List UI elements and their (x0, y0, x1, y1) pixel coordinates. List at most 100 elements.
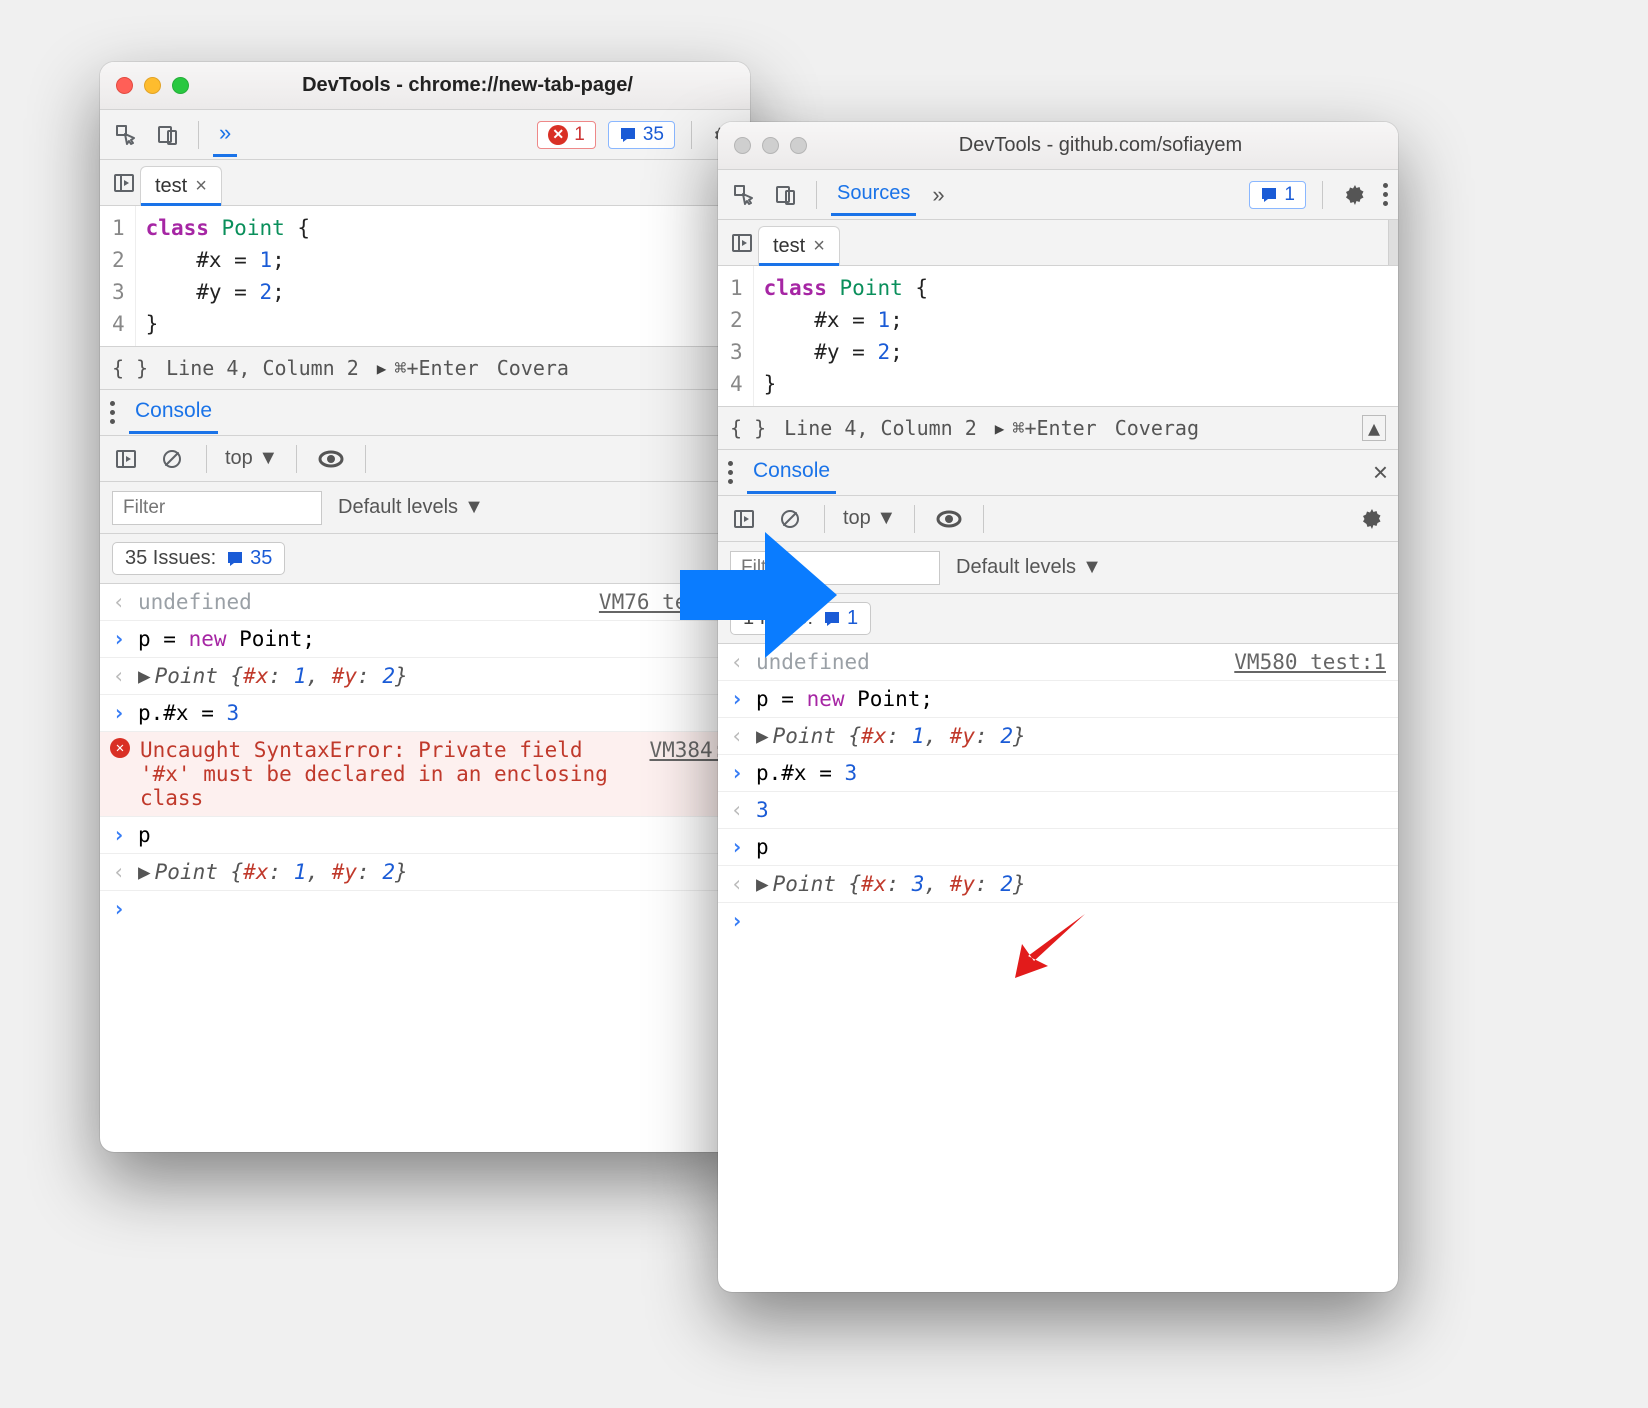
log-levels-dropdown[interactable]: Default levels ▼ (338, 496, 484, 519)
device-toolbar-icon[interactable] (770, 179, 802, 211)
output-marker-icon: ‹ (728, 798, 746, 822)
code-text[interactable]: class Point { #x = 1; #y = 2; } (754, 266, 1398, 406)
pretty-print-icon[interactable]: { } (730, 416, 766, 440)
collapse-drawer-icon[interactable]: ▲ (1362, 415, 1386, 441)
window-controls (116, 77, 189, 94)
titlebar[interactable]: DevTools - chrome://new-tab-page/ (100, 62, 750, 110)
issues-n: 1 (847, 607, 858, 630)
console-settings-gear-icon[interactable] (1356, 503, 1388, 535)
code-text[interactable]: class Point { #x = 1; #y = 2; } (136, 206, 750, 346)
log-input-row[interactable]: › p = new Point; (100, 621, 750, 658)
errors-badge[interactable]: ✕ 1 (537, 121, 596, 149)
device-toolbar-icon[interactable] (152, 119, 184, 151)
file-tab-test[interactable]: test × (140, 166, 222, 205)
input-marker-icon: › (110, 823, 128, 847)
divider (914, 505, 915, 533)
run-snippet-button[interactable]: ▶⌘+Enter (995, 416, 1097, 440)
issues-badge[interactable]: 35 (608, 121, 675, 149)
minimize-window-icon[interactable] (762, 137, 779, 154)
main-toolbar: Sources » 1 (718, 170, 1398, 220)
chevron-down-icon: ▼ (258, 447, 278, 469)
log-text: undefined (138, 590, 589, 614)
zoom-window-icon[interactable] (790, 137, 807, 154)
clear-console-icon[interactable] (156, 443, 188, 475)
output-marker-icon: ‹ (110, 860, 128, 884)
divider (296, 445, 297, 473)
zoom-window-icon[interactable] (172, 77, 189, 94)
log-input-row[interactable]: › p.#x = 3 (718, 755, 1398, 792)
issues-count: 1 (1284, 184, 1295, 206)
log-input-row[interactable]: › p = new Point; (718, 681, 1398, 718)
sources-tabstrip: test × (100, 160, 750, 206)
run-snippet-button[interactable]: ▶⌘+Enter (377, 356, 479, 380)
filter-input[interactable] (112, 491, 322, 525)
panel-tab-sources[interactable]: Sources (831, 174, 916, 216)
cursor-position: Line 4, Column 2 (166, 356, 359, 380)
drawer-menu-icon[interactable] (728, 461, 733, 484)
sources-tabstrip: test × (718, 220, 1398, 266)
annotation-arrow-icon (1000, 906, 1090, 991)
log-input-row[interactable]: › p (100, 817, 750, 854)
drawer-menu-icon[interactable] (110, 401, 115, 424)
panel-overflow-icon[interactable]: » (213, 112, 237, 157)
code-editor[interactable]: 1 2 3 4 class Point { #x = 1; #y = 2; } (718, 266, 1398, 406)
divider (365, 445, 366, 473)
output-marker-icon: ‹ (110, 590, 128, 614)
inspect-element-icon[interactable] (728, 179, 760, 211)
console-sidebar-toggle-icon[interactable] (110, 443, 142, 475)
code-editor[interactable]: 1 2 3 4 class Point { #x = 1; #y = 2; } (100, 206, 750, 346)
settings-gear-icon[interactable] (1339, 179, 1371, 211)
issues-chip[interactable]: 35 Issues: 35 (112, 542, 285, 575)
error-icon: ✕ (110, 738, 130, 758)
titlebar[interactable]: DevTools - github.com/sofiayem (718, 122, 1398, 170)
editor-statusbar: { } Line 4, Column 2 ▶⌘+Enter Coverag ▲ (718, 406, 1398, 450)
disclosure-triangle-icon[interactable]: ▶ (138, 664, 151, 688)
pretty-print-icon[interactable]: { } (112, 356, 148, 380)
drawer-tabstrip: Console × (718, 450, 1398, 496)
console-tab[interactable]: Console (129, 391, 218, 434)
console-log: ‹ undefined VM76 test:1 › p = new Point;… (100, 584, 750, 927)
issues-icon (226, 550, 244, 568)
disclosure-triangle-icon[interactable]: ▶ (756, 724, 769, 748)
scrollbar-track[interactable] (1388, 220, 1398, 265)
issues-badge[interactable]: 1 (1249, 181, 1306, 209)
close-window-icon[interactable] (734, 137, 751, 154)
file-tab-label: test (155, 175, 187, 198)
close-drawer-icon[interactable]: × (1373, 457, 1388, 488)
close-tab-icon[interactable]: × (813, 235, 825, 258)
output-marker-icon: ‹ (728, 724, 746, 748)
console-prompt[interactable]: › (100, 891, 750, 927)
log-output-row: ‹ ▶Point {#x: 1, #y: 2} (100, 658, 750, 695)
devtools-window-before: DevTools - chrome://new-tab-page/ » ✕ 1 … (100, 62, 750, 1152)
console-tab[interactable]: Console (747, 451, 836, 494)
panel-overflow-icon[interactable]: » (926, 182, 950, 208)
live-expression-icon[interactable] (315, 443, 347, 475)
window-title: DevTools - github.com/sofiayem (819, 134, 1382, 157)
input-marker-icon: › (110, 701, 128, 725)
live-expression-icon[interactable] (933, 503, 965, 535)
more-menu-icon[interactable] (1383, 183, 1388, 206)
minimize-window-icon[interactable] (144, 77, 161, 94)
log-error-row: ✕ Uncaught SyntaxError: Private field '#… (100, 732, 750, 817)
file-tab-test[interactable]: test × (758, 226, 840, 265)
devtools-window-after: DevTools - github.com/sofiayem Sources »… (718, 122, 1398, 1292)
log-input-row[interactable]: › p (718, 829, 1398, 866)
close-tab-icon[interactable]: × (195, 175, 207, 198)
context-selector[interactable]: top ▼ (225, 447, 278, 470)
navigator-toggle-icon[interactable] (726, 227, 758, 259)
disclosure-triangle-icon[interactable]: ▶ (138, 860, 151, 884)
file-tab-label: test (773, 235, 805, 258)
log-output-row: ‹ ▶Point {#x: 1, #y: 2} (100, 854, 750, 891)
log-levels-dropdown[interactable]: Default levels ▼ (956, 556, 1102, 579)
coverage-tab[interactable]: Covera (497, 356, 569, 380)
context-selector[interactable]: top ▼ (843, 507, 896, 530)
navigator-toggle-icon[interactable] (108, 167, 140, 199)
error-icon: ✕ (548, 125, 568, 145)
input-marker-icon: › (728, 835, 746, 859)
log-input-row[interactable]: › p.#x = 3 (100, 695, 750, 732)
log-source-link[interactable]: VM580 test:1 (1234, 650, 1386, 674)
close-window-icon[interactable] (116, 77, 133, 94)
coverage-tab[interactable]: Coverag (1115, 416, 1199, 440)
disclosure-triangle-icon[interactable]: ▶ (756, 872, 769, 896)
inspect-element-icon[interactable] (110, 119, 142, 151)
